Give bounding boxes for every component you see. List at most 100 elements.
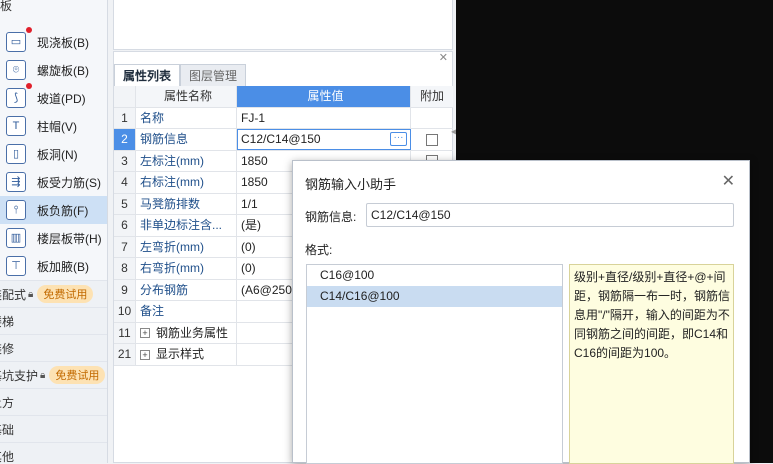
- row-number: 21: [114, 344, 136, 365]
- row-number: 2: [114, 129, 136, 150]
- property-value-text: (是): [241, 218, 261, 232]
- property-add-cell: [411, 129, 453, 150]
- property-name: 右弯折(mm): [136, 258, 237, 279]
- sidebar-group[interactable]: 基础: [0, 415, 107, 442]
- sidebar-item-label: 柱帽(V): [37, 119, 77, 134]
- property-name: 名称: [136, 107, 237, 128]
- property-name-text: 左标注(mm): [140, 153, 204, 168]
- close-icon[interactable]: ✕: [439, 51, 448, 64]
- new-indicator-dot: [26, 83, 32, 89]
- format-list[interactable]: C16@100 C14/C16@100: [306, 264, 563, 464]
- sidebar-item[interactable]: ⇶ 板受力筋(S): [0, 168, 107, 196]
- format-item-selected[interactable]: C14/C16@100: [307, 286, 562, 307]
- lock-icon: 🔒︎: [40, 369, 46, 381]
- ramp-icon: ⟆: [6, 83, 32, 108]
- sidebar-group[interactable]: 楼梯: [0, 307, 107, 334]
- property-value-text: 1850: [241, 175, 268, 189]
- sidebar-item-label: 板受力筋(S): [37, 175, 101, 190]
- free-trial-badge[interactable]: 免费试用: [49, 366, 106, 384]
- grid-header: 属性名称 属性值 附加: [114, 86, 453, 108]
- property-value-text: C12/C14@150: [241, 132, 321, 146]
- property-name: + 钢筋业务属性: [136, 322, 237, 343]
- dialog-title: 钢筋输入小助手: [305, 177, 397, 192]
- tree-group-slab[interactable]: 板: [0, 0, 107, 15]
- row-number: 11: [114, 322, 136, 343]
- sidebar-group[interactable]: 其他: [0, 442, 107, 463]
- row-number: 1: [114, 107, 136, 128]
- property-value[interactable]: C12/C14@150 ···: [237, 129, 411, 150]
- header-add: 附加: [411, 86, 453, 107]
- slab-haunch-icon: ⊤: [6, 256, 26, 276]
- sidebar-item-label: 板加腋(B): [37, 259, 89, 274]
- sidebar-item-label: 现浇板(B): [37, 35, 89, 50]
- slab-stress-rebar-icon: ⇶: [6, 172, 26, 192]
- row-number: 7: [114, 236, 136, 257]
- sidebar-item[interactable]: ⌾ 螺旋板(B): [0, 56, 107, 84]
- component-tree: 板 ▭ 现浇板(B) ⌾ 螺旋板(B) ⟆ 坡道(PD) T 柱帽(V) ▯ 板洞(N) ⇶ 板受力筋…: [0, 0, 108, 463]
- sidebar-group[interactable]: 基坑支护🔒︎免费试用: [0, 361, 107, 388]
- expand-plus-icon[interactable]: +: [140, 349, 150, 360]
- property-value-text: 1850: [241, 153, 268, 168]
- sidebar-group[interactable]: 装修: [0, 334, 107, 361]
- property-value-text: FJ-1: [241, 110, 265, 125]
- properties-tabs: 属性列表 图层管理: [114, 64, 247, 86]
- sidebar-item[interactable]: ▥ 楼层板带(H): [0, 224, 107, 252]
- dialog-close-icon[interactable]: ✕: [722, 171, 735, 191]
- property-value-text: (0): [241, 261, 256, 275]
- tab-property-list[interactable]: 属性列表: [114, 64, 181, 86]
- sidebar-item[interactable]: ▭ 现浇板(B): [0, 27, 107, 56]
- row-number: 6: [114, 215, 136, 236]
- sidebar-group-label: 装配式: [0, 287, 27, 302]
- property-add-cell: [411, 108, 453, 129]
- splitter-handle-icon[interactable]: ◀: [451, 127, 457, 141]
- format-hint-box: 级别+直径/级别+直径+@+间距，钢筋隔一布一时，钢筋信息用"/"隔开，输入的间…: [569, 264, 734, 464]
- sidebar-item[interactable]: ▯ 板洞(N): [0, 140, 107, 168]
- header-value: 属性值: [237, 86, 411, 107]
- sidebar-group[interactable]: 装配式🔒︎免费试用: [0, 280, 107, 307]
- row-number: 9: [114, 279, 136, 300]
- header-num: [114, 86, 136, 107]
- property-name-text: 马凳筋排数: [140, 196, 201, 211]
- property-name: 左标注(mm): [136, 150, 237, 171]
- cast-slab-icon: ▭: [6, 27, 32, 52]
- sidebar-item[interactable]: T 柱帽(V): [0, 112, 107, 140]
- sidebar-group-label: 楼梯: [0, 314, 15, 329]
- row-number: 8: [114, 258, 136, 279]
- row-number: 10: [114, 301, 136, 322]
- format-item[interactable]: C16@100: [307, 265, 562, 286]
- format-label: 格式:: [305, 243, 333, 257]
- rebar-info-input[interactable]: C12/C14@150: [366, 203, 734, 227]
- property-name-text: 显示样式: [156, 347, 205, 361]
- attach-checkbox[interactable]: [426, 133, 438, 146]
- row-number: 5: [114, 193, 136, 214]
- ellipsis-button[interactable]: ···: [390, 132, 407, 146]
- property-name-text: 备注: [140, 304, 165, 318]
- property-row[interactable]: 2 钢筋信息 C12/C14@150 ···: [114, 129, 453, 151]
- free-trial-badge[interactable]: 免费试用: [37, 285, 94, 303]
- sidebar-item-label: 坡道(PD): [37, 91, 86, 106]
- property-name: 非单边标注含...: [136, 215, 237, 236]
- property-value[interactable]: FJ-1: [237, 107, 411, 128]
- sidebar-group-label: 基坑支护: [0, 368, 39, 383]
- property-name: 分布钢筋: [136, 279, 237, 300]
- property-name-text: 右标注(mm): [140, 175, 204, 189]
- row-number: 4: [114, 172, 136, 193]
- tree-group-label: 板: [0, 0, 13, 13]
- property-name-text: 钢筋信息: [140, 132, 189, 146]
- sidebar-item[interactable]: ⟆ 坡道(PD): [0, 83, 107, 112]
- property-name: 钢筋信息: [136, 129, 237, 150]
- property-name: 左弯折(mm): [136, 236, 237, 257]
- property-name: 马凳筋排数: [136, 193, 237, 214]
- rebar-info-label: 钢筋信息:: [305, 210, 357, 224]
- spiral-slab-icon: ⌾: [6, 60, 26, 80]
- sidebar-item-label: 楼层板带(H): [37, 231, 102, 246]
- sidebar-group[interactable]: 土方: [0, 388, 107, 415]
- sidebar-item[interactable]: ⊤ 板加腋(B): [0, 252, 107, 280]
- property-row[interactable]: 1 名称 FJ-1: [114, 107, 453, 129]
- property-name-text: 分布钢筋: [140, 282, 189, 297]
- property-name: + 显示样式: [136, 344, 237, 365]
- expand-plus-icon[interactable]: +: [140, 328, 150, 339]
- sidebar-item[interactable]: ⫯ 板负筋(F): [0, 196, 107, 224]
- tab-layer-management[interactable]: 图层管理: [180, 64, 247, 86]
- column-cap-icon: T: [6, 116, 26, 136]
